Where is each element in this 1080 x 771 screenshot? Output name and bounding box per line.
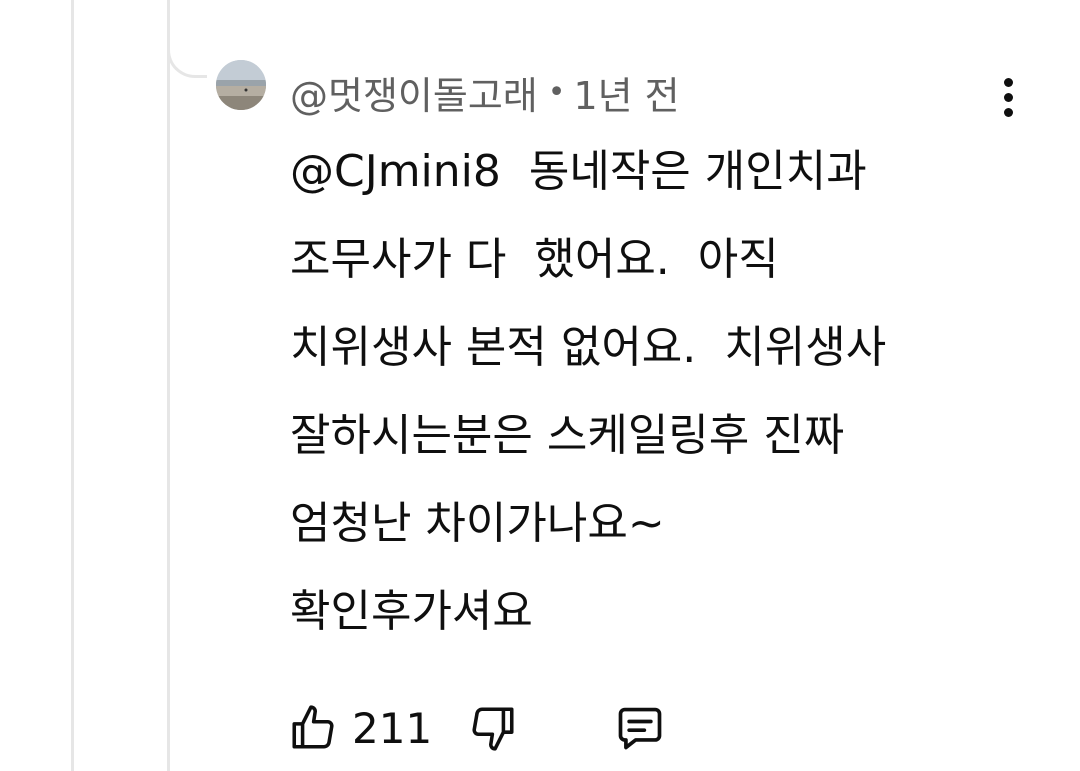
comment-text-line: 조무사가 다 했어요. 아직 <box>290 234 779 285</box>
comment-meta: @멋쟁이돌고래 • 1년 전 <box>290 66 680 118</box>
thread-line-outer <box>71 0 74 771</box>
avatar-image <box>216 60 266 110</box>
comment-text-line: 엄청난 차이가나요~ <box>290 498 665 549</box>
meta-separator: • <box>547 74 566 110</box>
comment-thread: @멋쟁이돌고래 • 1년 전 @CJmini8 동네작은 개인치과 조무사가 다… <box>0 0 1080 771</box>
comment-text-line: @CJmini8 동네작은 개인치과 <box>290 146 867 197</box>
thumbs-down-icon <box>472 707 514 751</box>
dislike-button[interactable] <box>468 703 518 753</box>
more-options-button[interactable] <box>992 72 1024 122</box>
thread-line-inner <box>167 0 170 771</box>
comment-text-line: 잘하시는분은 스케일링후 진짜 <box>290 410 845 461</box>
comment-text-line: 치위생사 본적 없어요. 치위생사 <box>290 322 887 373</box>
comment-actions: 211 <box>288 696 666 760</box>
thumbs-up-icon <box>292 705 334 749</box>
thread-connector <box>167 30 207 78</box>
like-count: 211 <box>352 703 433 753</box>
comment-text: @CJmini8 동네작은 개인치과 조무사가 다 했어요. 아직 치위생사 본… <box>290 128 1010 656</box>
comment-text-line: 확인후가셔요 <box>290 586 533 637</box>
comment-author[interactable]: @멋쟁이돌고래 <box>290 65 538 120</box>
reply-comment-icon <box>618 707 662 750</box>
reply-button[interactable] <box>614 702 666 754</box>
comment-timestamp[interactable]: 1년 전 <box>573 65 679 120</box>
more-vertical-icon <box>1003 77 1013 87</box>
like-button[interactable] <box>288 703 338 753</box>
avatar[interactable] <box>216 60 266 110</box>
